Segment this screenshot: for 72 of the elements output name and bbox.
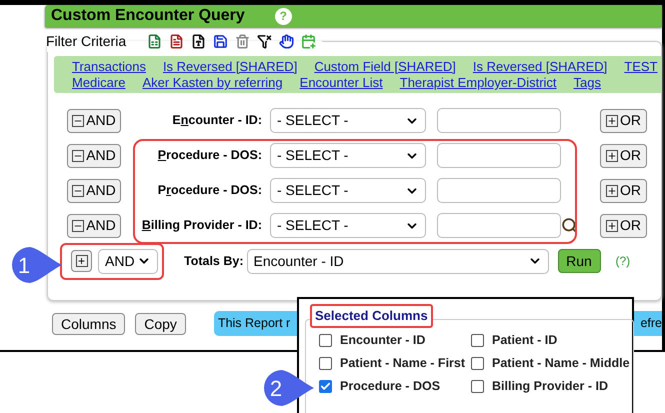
document-icon[interactable]	[191, 34, 206, 49]
clear-filter-icon[interactable]	[257, 34, 272, 49]
add-group-button[interactable]: +	[71, 250, 92, 272]
minus-icon	[72, 184, 84, 196]
totals-label: Totals By:	[184, 252, 244, 270]
column-label: Patient - Name - Middle	[492, 354, 630, 372]
column-label: Procedure - DOS	[340, 378, 440, 395]
run-help-link[interactable]: (?)	[616, 252, 630, 270]
field-label: Procedure - DOS:	[156, 147, 262, 164]
query-link[interactable]: Custom Field [SHARED]	[314, 59, 456, 75]
column-checkbox[interactable]	[319, 334, 332, 346]
add-or-button[interactable]: OR	[600, 214, 647, 238]
column-label: Patient - ID	[492, 332, 558, 349]
minus-icon	[72, 114, 84, 126]
column-label: Encounter - ID	[340, 332, 426, 349]
value-field[interactable]	[437, 178, 561, 203]
column-label: Billing Provider - ID	[492, 378, 608, 395]
logic-select[interactable]: AND	[98, 248, 158, 274]
query-link[interactable]: Aker Kasten by referring	[142, 75, 283, 91]
value-field[interactable]	[437, 143, 561, 168]
column-checkbox[interactable]	[471, 356, 484, 370]
column-checkbox[interactable]	[471, 334, 484, 346]
footer-button[interactable]: Columns	[52, 312, 126, 334]
minus-icon	[72, 220, 84, 232]
field-label: Billing Provider - ID:	[140, 217, 262, 234]
minus-icon	[72, 150, 84, 162]
add-or-button[interactable]: OR	[600, 144, 647, 168]
add-or-button[interactable]: OR	[600, 178, 647, 202]
add-or-button[interactable]: OR	[600, 108, 647, 132]
search-icon[interactable]	[561, 216, 578, 234]
save-icon[interactable]	[213, 34, 228, 49]
calendar-plus-icon[interactable]	[301, 34, 316, 49]
query-link[interactable]: Transactions	[72, 59, 146, 75]
remove-and-button[interactable]: AND	[67, 144, 121, 168]
field-label: Encounter - ID:	[171, 112, 262, 130]
query-link[interactable]: Tags	[574, 75, 601, 91]
query-link[interactable]: Encounter List	[300, 75, 383, 91]
operator-select[interactable]: - SELECT -	[270, 143, 426, 168]
banner-text: efre	[640, 315, 662, 332]
selected-columns-legend: Selected Columns	[310, 304, 433, 328]
value-field[interactable]	[437, 108, 561, 133]
plus-icon	[606, 220, 618, 232]
banner-text: This Report r	[218, 315, 290, 332]
spreadsheet-icon[interactable]	[147, 34, 162, 49]
remove-and-button[interactable]: AND	[67, 108, 121, 132]
filter-legend: Filter Criteria	[46, 31, 126, 52]
pdf-icon[interactable]	[169, 34, 184, 49]
column-label: Patient - Name - First	[340, 354, 466, 372]
totals-select[interactable]: Encounter - ID	[246, 248, 548, 274]
column-checkbox[interactable]	[319, 380, 332, 392]
trash-icon[interactable]	[235, 34, 250, 49]
remove-and-button[interactable]: AND	[67, 214, 121, 238]
run-button[interactable]: Run	[558, 249, 600, 273]
column-checkbox[interactable]	[471, 380, 484, 392]
remove-and-button[interactable]: AND	[67, 178, 121, 202]
plus-icon	[606, 114, 618, 126]
query-link[interactable]: Is Reversed [SHARED]	[472, 59, 608, 75]
query-link[interactable]: Medicare	[72, 75, 126, 91]
query-link[interactable]: Therapist Employer-District	[400, 75, 557, 91]
operator-select[interactable]: - SELECT -	[270, 178, 426, 203]
query-link[interactable]: TEST	[624, 59, 658, 75]
plus-icon	[606, 184, 618, 196]
query-link[interactable]: Is Reversed [SHARED]	[162, 59, 298, 75]
value-field[interactable]	[437, 213, 561, 238]
operator-select[interactable]: - SELECT -	[270, 108, 426, 133]
operator-select[interactable]: - SELECT -	[270, 213, 426, 238]
column-checkbox[interactable]	[319, 356, 332, 370]
field-label: Procedure - DOS:	[156, 182, 262, 200]
page-title: Custom Encounter Query	[51, 6, 245, 26]
footer-button[interactable]: Copy	[135, 312, 186, 334]
hand-icon[interactable]	[279, 34, 294, 49]
plus-icon	[606, 150, 618, 162]
